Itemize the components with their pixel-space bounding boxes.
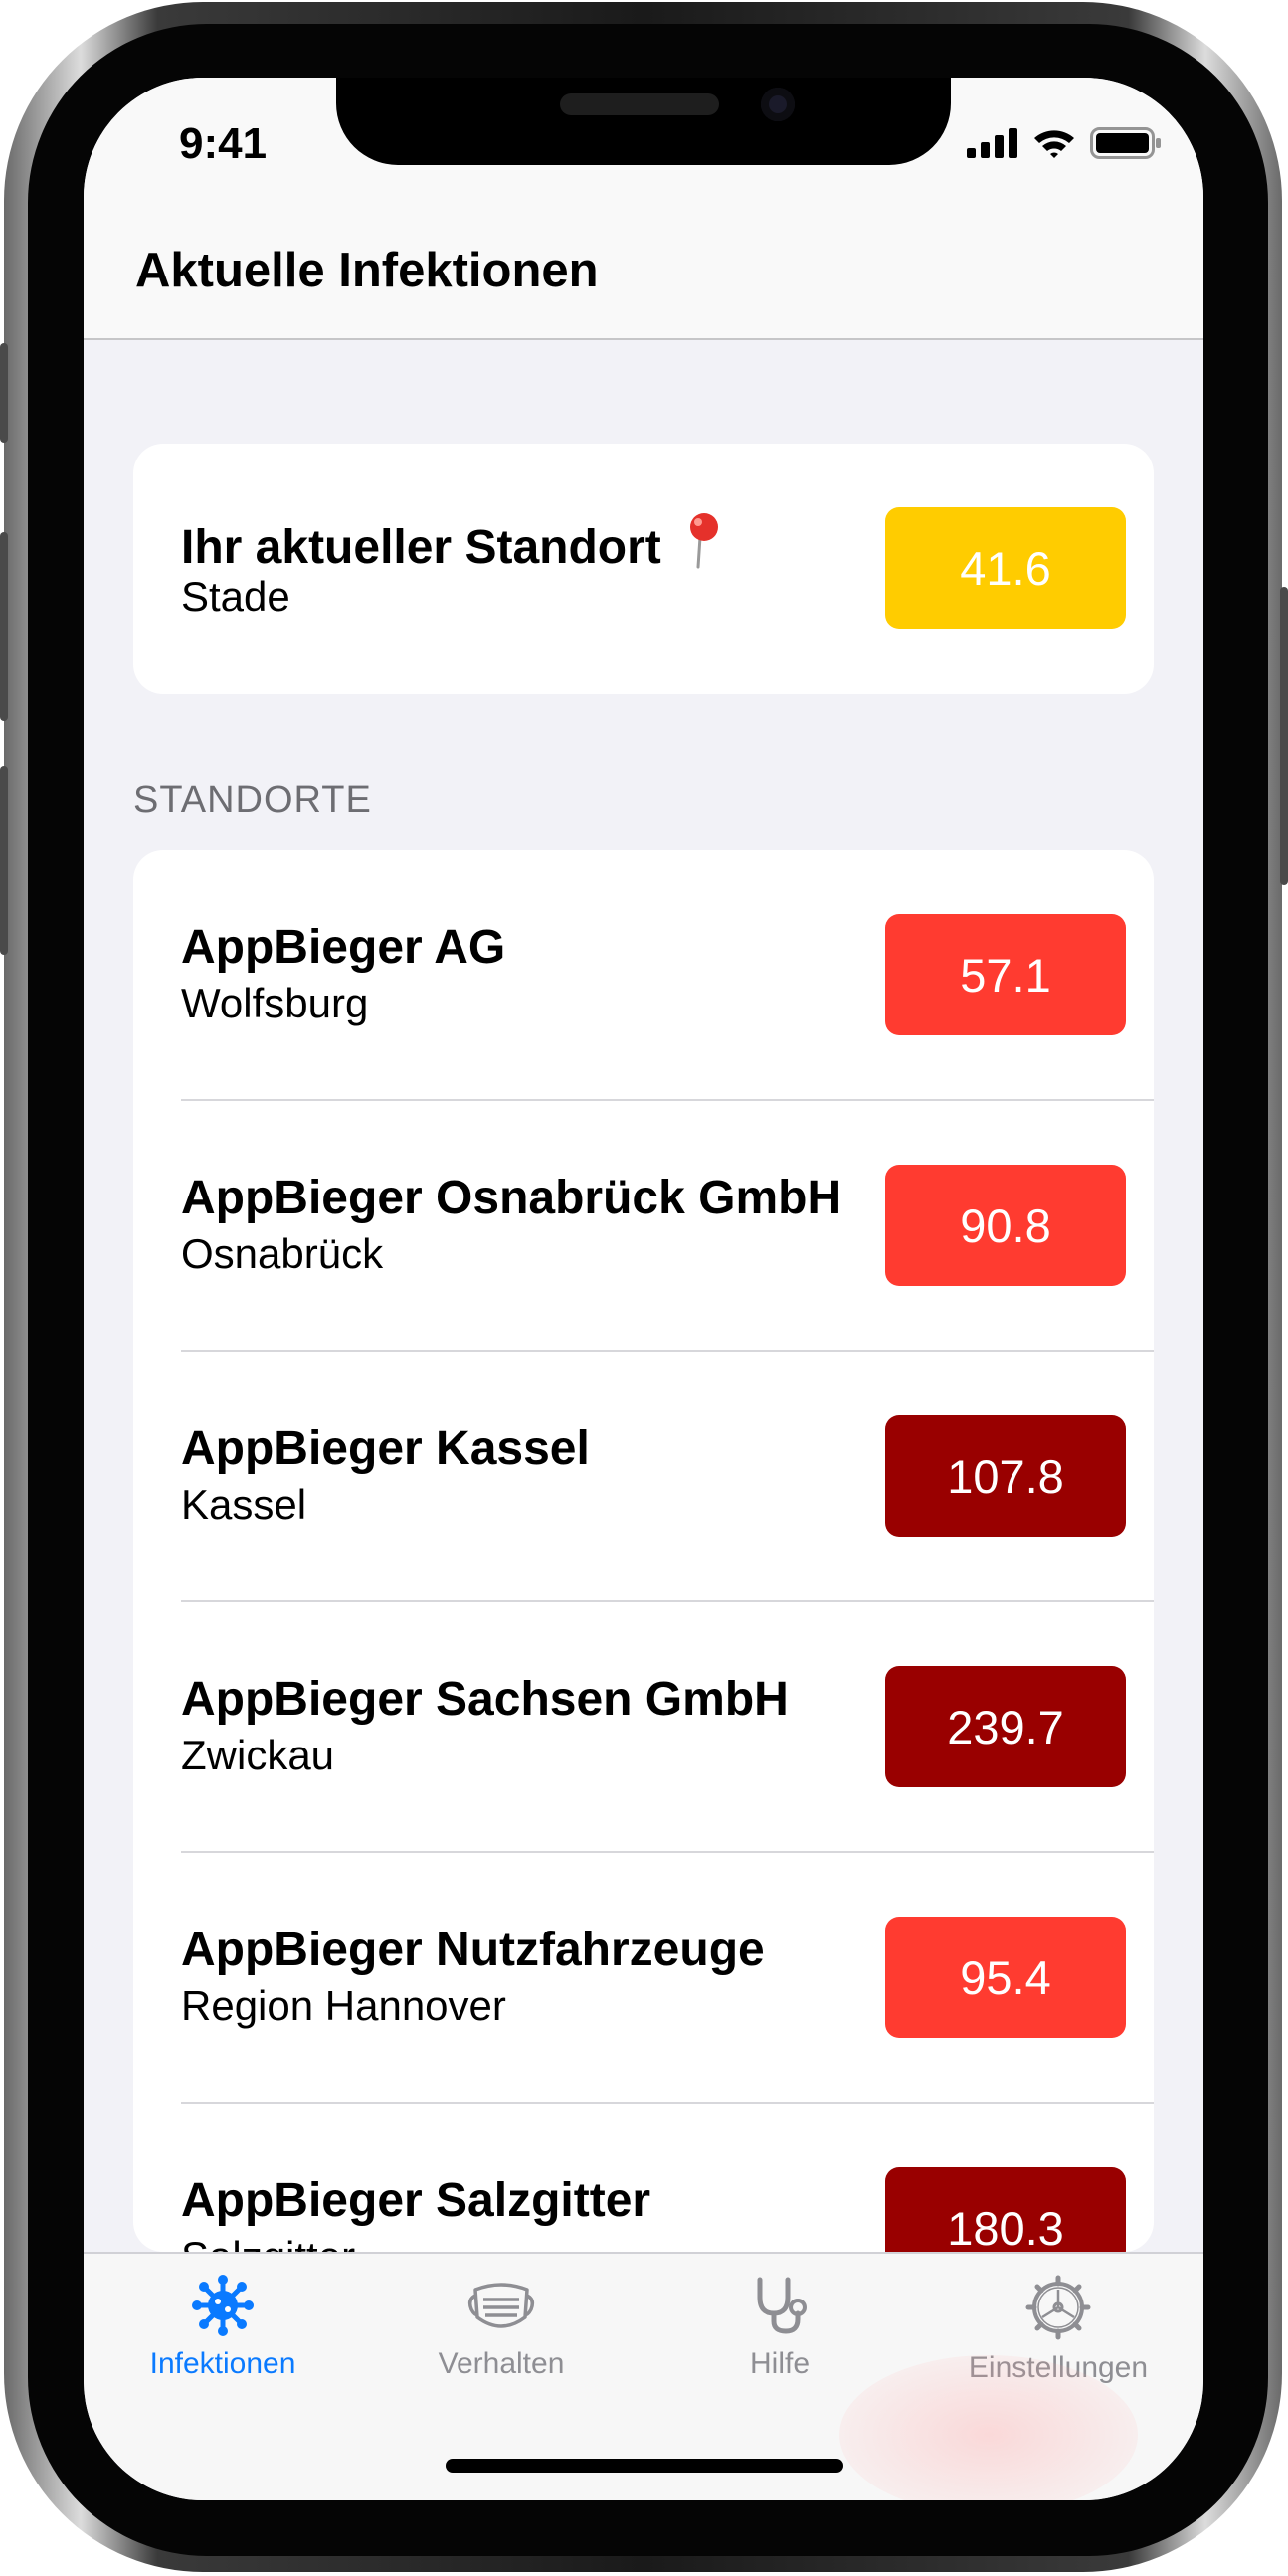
volume-up-button [0, 532, 8, 721]
notch [336, 78, 951, 165]
incidence-badge: 239.7 [885, 1666, 1126, 1787]
location-name: AppBieger Osnabrück GmbH [181, 1172, 842, 1224]
list-item[interactable]: AppBieger Salzgitter Salzgitter 180.3 [133, 2104, 1154, 2252]
virus-icon [192, 2275, 254, 2336]
incidence-badge: 107.8 [885, 1415, 1126, 1537]
incidence-badge: 90.8 [885, 1165, 1126, 1286]
list-item[interactable]: AppBieger Osnabrück GmbH Osnabrück 90.8 [133, 1101, 1154, 1352]
speaker-grille [560, 93, 719, 115]
page-title: Aktuelle Infektionen [135, 244, 599, 297]
tab-label: Verhalten [438, 2347, 565, 2380]
mute-switch [0, 343, 8, 443]
current-location-city: Stade [181, 573, 290, 620]
mask-icon [467, 2283, 535, 2328]
incidence-badge: 95.4 [885, 1917, 1126, 2038]
wifi-icon [1034, 130, 1074, 158]
list-item[interactable]: AppBieger Kassel Kassel 107.8 [133, 1352, 1154, 1602]
signal-icon [967, 128, 1017, 158]
location-name: AppBieger AG [181, 921, 506, 974]
location-city: Salzgitter [181, 2233, 355, 2252]
battery-icon [1090, 127, 1161, 159]
location-city: Kassel [181, 1481, 307, 1528]
home-indicator [446, 2459, 843, 2473]
current-location-row[interactable]: Ihr aktueller Standort Stade 41.6 [133, 444, 1154, 694]
front-camera [761, 88, 795, 121]
current-location-card[interactable]: Ihr aktueller Standort Stade 41.6 [133, 444, 1154, 694]
location-name: AppBieger Sachsen GmbH [181, 1673, 789, 1726]
tab-label: Hilfe [749, 2347, 810, 2380]
pin-icon [690, 513, 719, 569]
tab-hilfe[interactable]: Hilfe [650, 2274, 909, 2381]
screen: Aktuelle Infektionen 9:41 Ihr aktueller … [84, 78, 1203, 2500]
location-city: Region Hannover [181, 1982, 506, 2029]
gear-icon [1025, 2275, 1091, 2340]
location-name: AppBieger Nutzfahrzeuge [181, 1924, 765, 1976]
tab-label: Infektionen [149, 2347, 296, 2380]
incidence-badge: 41.6 [885, 507, 1126, 629]
location-city: Wolfsburg [181, 980, 369, 1026]
location-name: AppBieger Salzgitter [181, 2174, 651, 2227]
list-item[interactable]: AppBieger Nutzfahrzeuge Region Hannover … [133, 1853, 1154, 2104]
location-name: AppBieger Kassel [181, 1422, 590, 1475]
incidence-badge: 180.3 [885, 2167, 1126, 2252]
incidence-badge: 57.1 [885, 914, 1126, 1035]
stethoscope-icon [757, 2277, 807, 2334]
tab-infektionen[interactable]: Infektionen [93, 2274, 352, 2381]
status-icons [967, 127, 1162, 159]
tab-verhalten[interactable]: Verhalten [372, 2274, 631, 2381]
power-button [1280, 587, 1288, 885]
section-header: STANDORTE [133, 779, 372, 821]
locations-list: AppBieger AG Wolfsburg 57.1 AppBieger Os… [133, 850, 1154, 2252]
current-location-title: Ihr aktueller Standort [181, 511, 724, 575]
status-time: 9:41 [179, 119, 268, 168]
current-location-title-text: Ihr aktueller Standort [181, 521, 661, 574]
list-item[interactable]: AppBieger Sachsen GmbH Zwickau 239.7 [133, 1602, 1154, 1853]
background-glow [839, 2355, 1138, 2500]
list-item[interactable]: AppBieger AG Wolfsburg 57.1 [133, 850, 1154, 1101]
volume-down-button [0, 766, 8, 955]
location-city: Zwickau [181, 1732, 335, 1778]
location-city: Osnabrück [181, 1230, 384, 1277]
